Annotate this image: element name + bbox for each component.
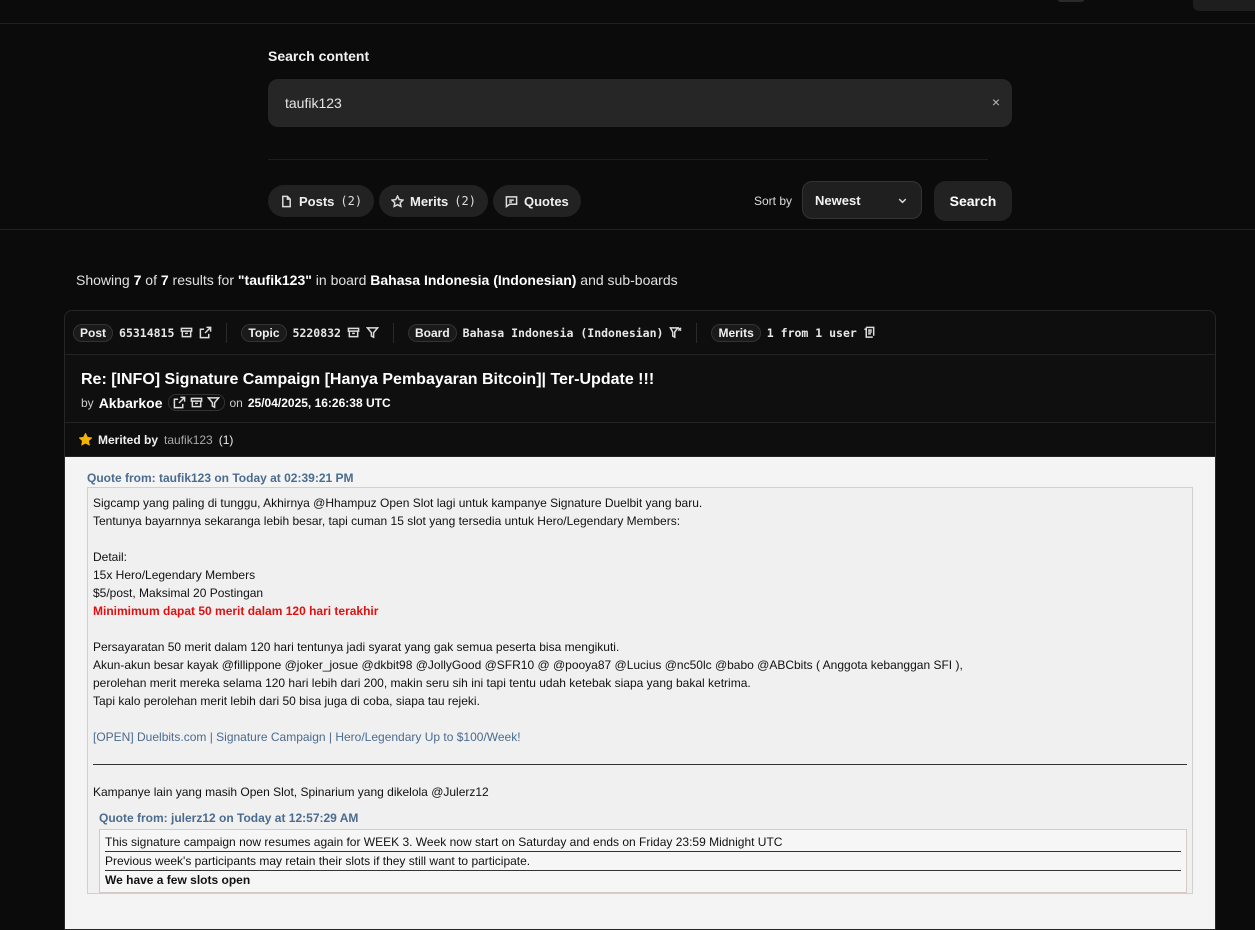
board-meta: Board Bahasa Indonesia (Indonesian) (407, 322, 698, 343)
archive-icon[interactable] (347, 326, 360, 339)
tab-merits[interactable]: Merits (2) (379, 185, 488, 217)
search-input[interactable] (285, 95, 965, 111)
inner-quote-header[interactable]: Quote from: julerz12 on Today at 12:57:2… (99, 809, 1187, 827)
body-line: Sigcamp yang paling di tunggu, Akhirnya … (93, 496, 703, 510)
merits-tag: Merits (711, 323, 761, 342)
post-tag: Post (73, 323, 114, 342)
campaign-link[interactable]: [OPEN] Duelbits.com | Signature Campaign… (93, 728, 1187, 746)
inner-quote-box: This signature campaign now resumes agai… (99, 829, 1187, 893)
sort-label: Sort by (754, 194, 793, 208)
post-id: 65314815 (119, 325, 175, 340)
star-icon (390, 193, 405, 208)
scroll-icon[interactable] (863, 326, 876, 339)
archive-icon[interactable] (190, 396, 203, 409)
merits-value: 1 from 1 user (766, 325, 857, 340)
tab-merits-label: Merits (410, 193, 449, 209)
results-summary: Showing 7 of 7 results for "taufik123" i… (76, 272, 678, 288)
divider (93, 764, 1187, 765)
body-highlight: Minimimum dapat 50 merit dalam 120 hari … (93, 604, 379, 618)
body-line: 15x Hero/Legendary Members (93, 568, 256, 582)
board-tag: Board (407, 323, 457, 342)
post-byline: by Akbarkoe on 25/04/2025, 16:26:38 UTC (81, 394, 1199, 411)
sort-value: Newest (815, 192, 861, 208)
topic-id: 5220832 (292, 325, 341, 340)
post-date: 25/04/2025, 16:26:38 UTC (247, 395, 391, 410)
merited-by-row: Merited by taufik123 (1) (65, 423, 1215, 457)
post-body: Quote from: taufik123 on Today at 02:39:… (65, 457, 1215, 929)
quote-box: Sigcamp yang paling di tunggu, Akhirnya … (87, 487, 1193, 894)
tab-posts-label: Posts (299, 193, 335, 209)
filter-icon[interactable] (206, 396, 220, 409)
summary-board: Bahasa Indonesia (Indonesian) (370, 272, 577, 288)
clear-icon[interactable]: × (992, 94, 1000, 110)
post-meta-row: Post 65314815 Topic 5220832 Board Bahasa… (65, 311, 1215, 355)
summary-total: 7 (160, 272, 169, 288)
tab-quotes[interactable]: Quotes (493, 185, 581, 217)
topic-meta: Topic 5220832 (241, 322, 394, 343)
topic-tag: Topic (241, 323, 287, 342)
inner-quote-line: Previous week's participants may retain … (105, 852, 1181, 871)
quote-icon (505, 195, 518, 208)
filter-row: Posts (2) Merits (2) Quotes Sort by Newe… (268, 181, 1012, 221)
search-section: Search content × (268, 48, 1012, 160)
summary-text: of (141, 272, 161, 288)
body-line: Kampanye lain yang masih Open Slot, Spin… (93, 785, 489, 799)
tab-merits-count: (2) (454, 194, 476, 208)
board-name: Bahasa Indonesia (Indonesian) (462, 325, 664, 340)
body-line: Persayaratan 50 merit dalam 120 hari ten… (93, 640, 620, 654)
merited-by-label: Merited by (98, 432, 159, 447)
top-bar (0, 0, 1255, 24)
post-title[interactable]: Re: [INFO] Signature Campaign [Hanya Pem… (81, 371, 1199, 389)
on-label: on (229, 395, 243, 410)
divider (268, 159, 988, 160)
body-line: perolehan merit mereka selama 120 hari l… (93, 676, 751, 690)
divider (0, 229, 1255, 230)
filter-x-icon[interactable] (669, 326, 683, 339)
external-link-icon[interactable] (199, 326, 212, 339)
summary-text: Showing (76, 272, 134, 288)
by-label: by (81, 395, 94, 410)
inner-quote: Quote from: julerz12 on Today at 12:57:2… (99, 809, 1187, 893)
summary-text: in board (311, 272, 371, 288)
search-label: Search content (268, 48, 370, 64)
inner-quote-line: This signature campaign now resumes agai… (105, 833, 1181, 852)
star-icon (78, 432, 93, 446)
search-button[interactable]: Search (934, 181, 1012, 221)
post-card: Post 65314815 Topic 5220832 Board Bahasa… (64, 310, 1216, 930)
merited-by-user[interactable]: taufik123 (164, 433, 213, 447)
archive-icon[interactable] (180, 326, 193, 339)
summary-text: and sub-boards (576, 272, 678, 288)
body-line: Tentunya bayarnnya sekaranga lebih besar… (93, 514, 681, 528)
author-actions (167, 394, 225, 411)
body-line: Tapi kalo perolehan merit lebih dari 50 … (93, 694, 480, 708)
tab-posts[interactable]: Posts (2) (268, 185, 375, 217)
post-header: Re: [INFO] Signature Campaign [Hanya Pem… (65, 355, 1215, 423)
merited-by-count: (1) (218, 432, 234, 447)
summary-query: "taufik123" (237, 272, 312, 288)
post-meta: Post 65314815 (73, 322, 228, 343)
inner-quote-line: We have a few slots open (105, 873, 251, 887)
external-link-icon[interactable] (173, 396, 186, 409)
tab-posts-count: (2) (340, 194, 363, 208)
top-bar-item[interactable] (1057, 0, 1085, 2)
body-line: $5/post, Maksimal 20 Postingan (93, 586, 264, 600)
chevron-down-icon (896, 194, 909, 207)
body-line: Detail: (93, 550, 128, 564)
tab-quotes-label: Quotes (524, 193, 569, 209)
merits-meta: Merits 1 from 1 user (711, 323, 889, 343)
top-bar-button[interactable] (1193, 0, 1255, 11)
search-box[interactable]: × (268, 79, 1012, 127)
quote-header[interactable]: Quote from: taufik123 on Today at 02:39:… (87, 471, 1193, 485)
filter-icon[interactable] (365, 326, 380, 339)
author-name[interactable]: Akbarkoe (99, 395, 163, 411)
body-line: Akun-akun besar kayak @fillippone @joker… (93, 658, 963, 672)
summary-text: results for (168, 272, 238, 288)
document-icon (280, 195, 293, 208)
sort-select[interactable]: Newest (802, 181, 922, 219)
